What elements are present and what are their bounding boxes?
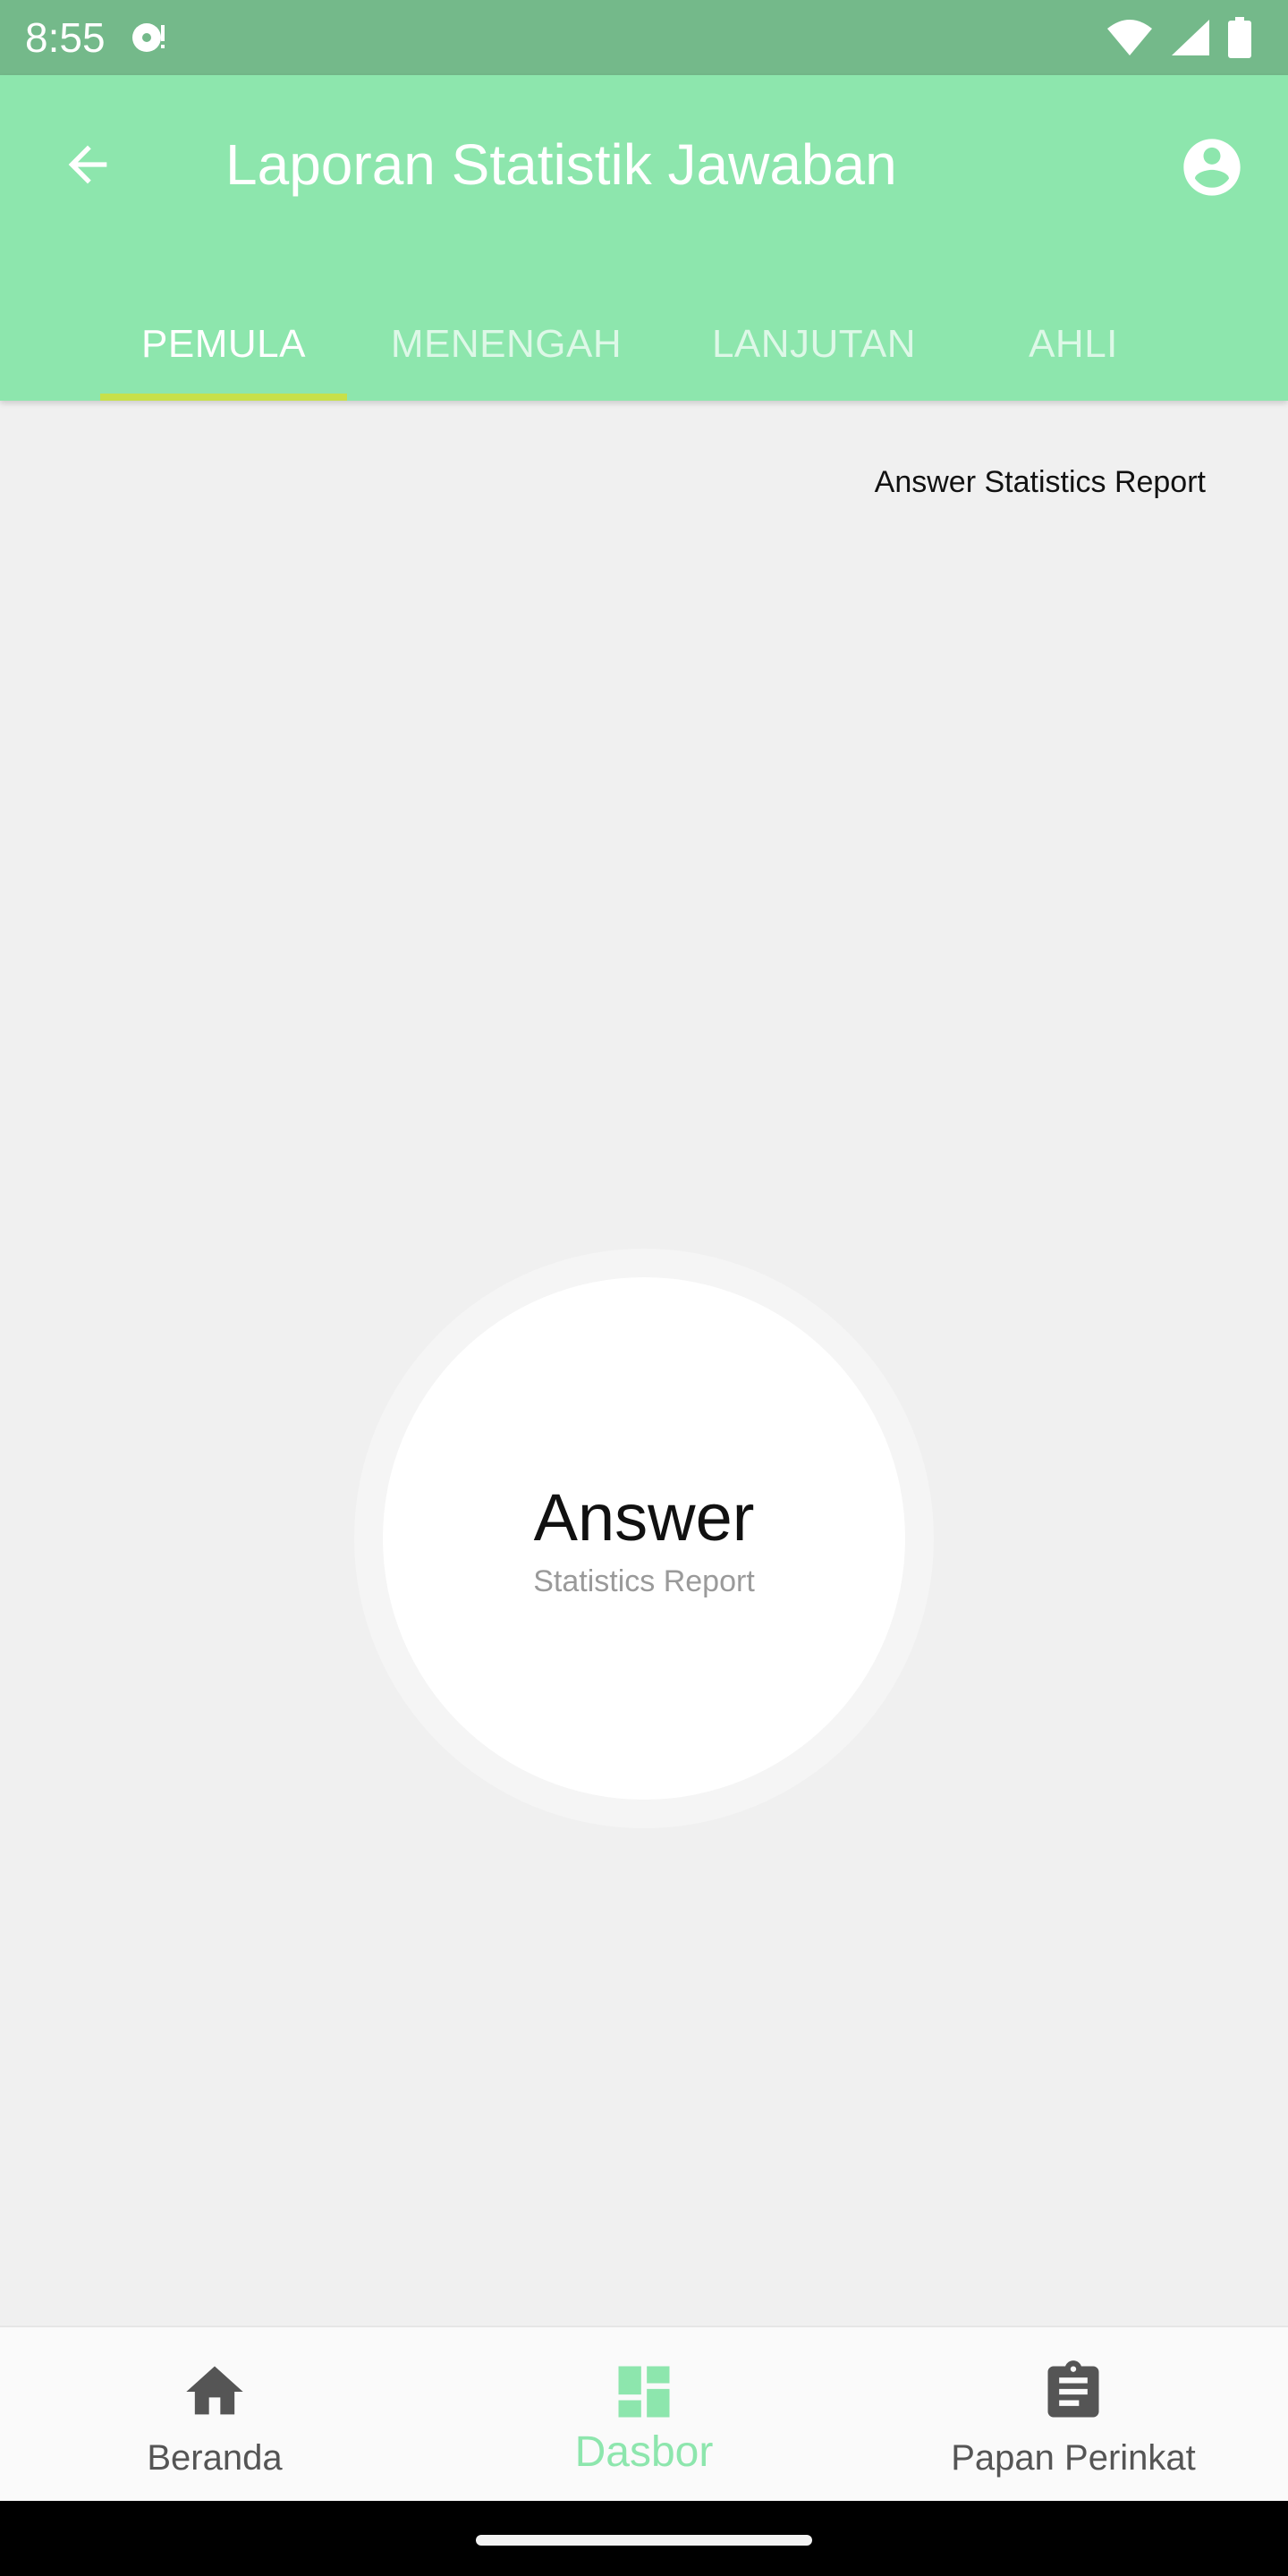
account-circle-icon bbox=[1183, 139, 1241, 196]
back-button[interactable] bbox=[50, 127, 125, 202]
clipboard-icon bbox=[1047, 2360, 1099, 2418]
nav-label-dasbor: Dasbor bbox=[574, 2428, 714, 2476]
cellular-signal-icon bbox=[1172, 20, 1209, 55]
pie-center-title: Answer bbox=[533, 1480, 755, 1555]
level-tabs: PEMULA MENENGAH LANJUTAN AHLI bbox=[0, 288, 1288, 401]
wifi-icon bbox=[1107, 20, 1152, 55]
battery-icon bbox=[1228, 17, 1251, 58]
arrow-back-icon bbox=[68, 145, 107, 184]
home-icon bbox=[186, 2366, 243, 2415]
nav-label-papan-perinkat: Papan Perinkat bbox=[951, 2438, 1196, 2478]
tab-menengah[interactable]: MENENGAH bbox=[374, 288, 639, 401]
status-time: 8:55 bbox=[25, 14, 106, 61]
nav-label-beranda: Beranda bbox=[147, 2438, 283, 2478]
pie-center-subtitle: Statistics Report bbox=[533, 1564, 755, 1598]
nav-item-beranda[interactable]: Beranda bbox=[0, 2327, 429, 2503]
nav-item-dasbor[interactable]: Dasbor bbox=[429, 2327, 859, 2503]
tab-pemula[interactable]: PEMULA bbox=[100, 288, 347, 401]
bottom-navigation: Beranda Dasbor Papan Perinkat bbox=[0, 2326, 1288, 2503]
music-note-notification-icon bbox=[132, 23, 165, 52]
page-title: Laporan Statistik Jawaban bbox=[225, 132, 897, 197]
tab-lanjutan[interactable]: LANJUTAN bbox=[680, 288, 948, 401]
system-navigation-bar bbox=[0, 2501, 1288, 2576]
status-icons bbox=[1106, 16, 1252, 59]
profile-button[interactable] bbox=[1172, 127, 1252, 208]
chart-description: Answer Statistics Report bbox=[874, 465, 1206, 499]
dashboard-icon bbox=[618, 2366, 670, 2418]
home-gesture-handle[interactable] bbox=[476, 2535, 812, 2546]
tab-indicator bbox=[100, 394, 347, 401]
app-bar: Laporan Statistik Jawaban PEMULA MENENGA… bbox=[0, 75, 1288, 401]
tab-ahli[interactable]: AHLI bbox=[984, 288, 1163, 401]
nav-item-papan-perinkat[interactable]: Papan Perinkat bbox=[859, 2327, 1288, 2503]
status-bar: 8:55 bbox=[0, 0, 1288, 75]
